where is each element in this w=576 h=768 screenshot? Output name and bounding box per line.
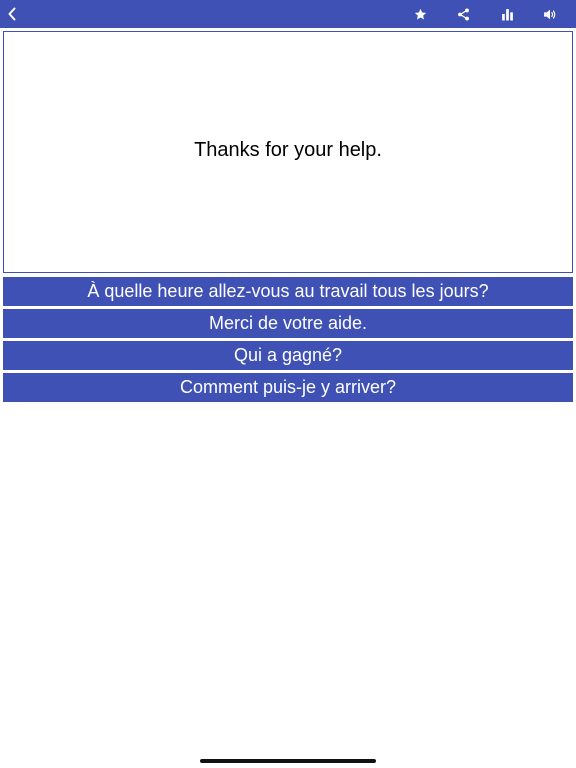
answer-option-2[interactable]: Merci de votre aide. bbox=[3, 309, 573, 338]
back-button[interactable] bbox=[2, 0, 22, 28]
answer-options: À quelle heure allez-vous au travail tou… bbox=[3, 277, 573, 405]
top-toolbar bbox=[0, 0, 576, 28]
home-indicator bbox=[200, 759, 376, 763]
sound-button[interactable] bbox=[538, 0, 562, 28]
share-icon bbox=[457, 8, 469, 20]
answer-option-4[interactable]: Comment puis-je y arriver? bbox=[3, 373, 573, 402]
quiz-screen: Thanks for your help. À quelle heure all… bbox=[0, 0, 576, 768]
share-button[interactable] bbox=[451, 0, 475, 28]
favorite-button[interactable] bbox=[408, 0, 432, 28]
stats-button[interactable] bbox=[495, 0, 519, 28]
speaker-icon bbox=[544, 9, 556, 19]
bar-chart-icon bbox=[501, 8, 513, 20]
question-card: Thanks for your help. bbox=[3, 31, 573, 273]
answer-option-3[interactable]: Qui a gagné? bbox=[3, 341, 573, 370]
question-text: Thanks for your help. bbox=[194, 138, 382, 161]
chevron-left-icon bbox=[8, 7, 16, 21]
answer-option-1[interactable]: À quelle heure allez-vous au travail tou… bbox=[3, 277, 573, 306]
star-icon bbox=[414, 8, 426, 20]
